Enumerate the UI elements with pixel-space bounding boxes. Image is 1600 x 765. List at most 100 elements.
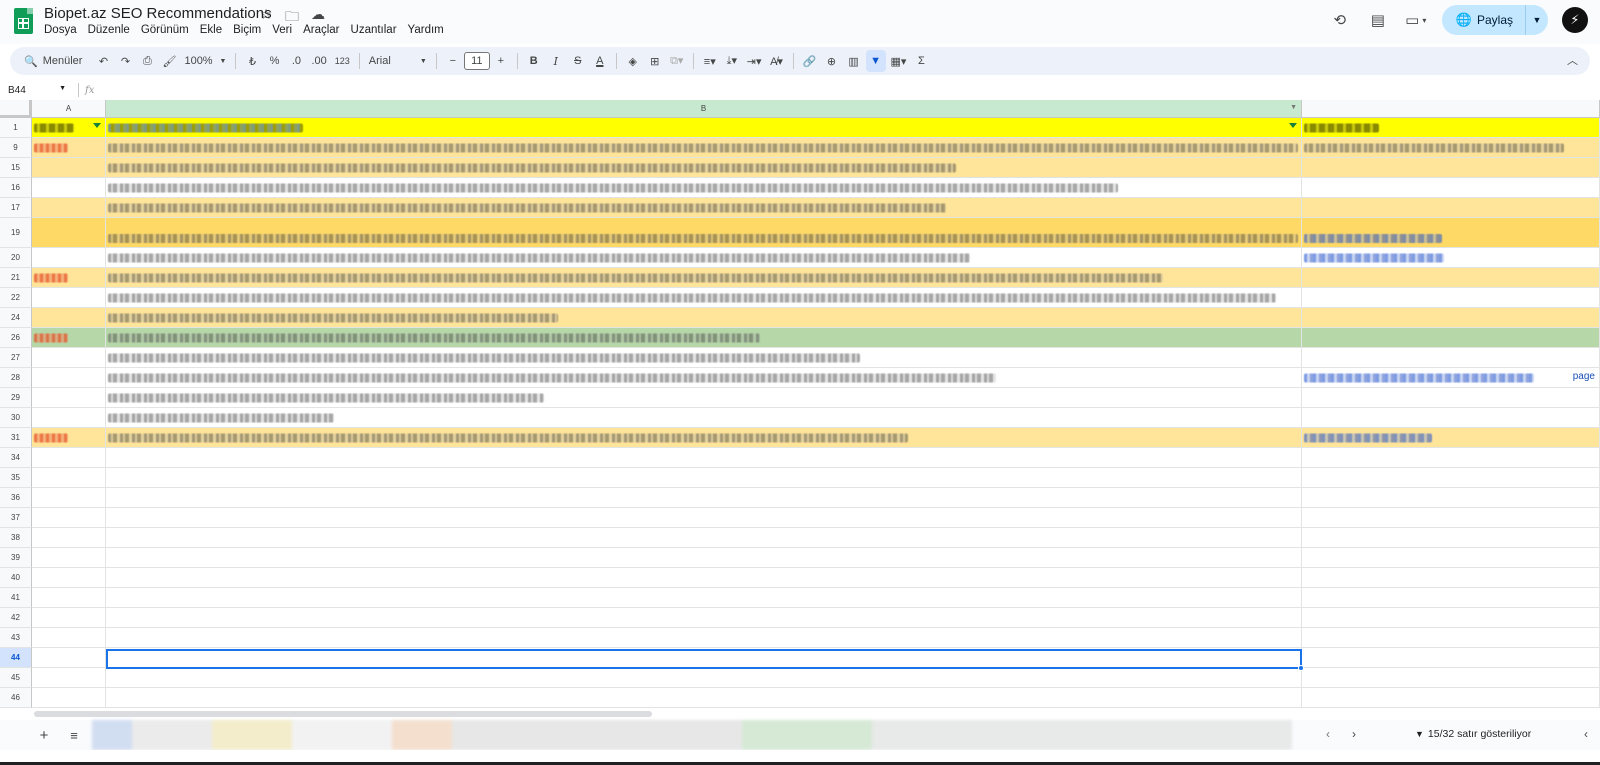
row-number[interactable]: 41: [0, 588, 32, 608]
cell-column-a[interactable]: [32, 608, 106, 628]
merge-cells-icon[interactable]: ⧉▾: [667, 50, 687, 72]
row-number[interactable]: 46: [0, 688, 32, 708]
cell-column-c[interactable]: [1302, 488, 1600, 508]
cell-column-a[interactable]: [32, 668, 106, 688]
bold-button[interactable]: B: [524, 50, 544, 72]
row-number[interactable]: 26: [0, 328, 32, 348]
cell-column-c[interactable]: [1302, 118, 1600, 138]
font-size-input[interactable]: 11: [463, 52, 490, 70]
row-number[interactable]: 44: [0, 648, 32, 668]
cell-column-c[interactable]: [1302, 568, 1600, 588]
font-size-increase-icon[interactable]: +: [491, 50, 511, 72]
cell-column-c[interactable]: [1302, 328, 1600, 348]
name-box[interactable]: B44 ▼: [0, 85, 72, 96]
spreadsheet-grid[interactable]: A B ▼ 1 9 15 16 17 19 20 21 22 24 26 27 28 page 29 30 31 3…: [0, 100, 1600, 720]
menu-extensions[interactable]: Uzantılar: [351, 24, 397, 36]
redo-icon[interactable]: ↷: [115, 50, 135, 72]
text-wrap-icon[interactable]: ⇥▾: [744, 50, 765, 72]
fill-color-icon[interactable]: ◈: [623, 50, 643, 72]
cell-column-c[interactable]: [1302, 548, 1600, 568]
cell-column-a[interactable]: [32, 178, 106, 198]
cell-column-b[interactable]: [106, 348, 1302, 368]
cell-column-b[interactable]: [106, 368, 1302, 388]
strikethrough-button[interactable]: S: [568, 50, 588, 72]
collapse-side-panel-icon[interactable]: ‹: [1584, 727, 1588, 741]
menu-format[interactable]: Biçim: [233, 24, 261, 36]
cell-column-c[interactable]: [1302, 668, 1600, 688]
zoom-select[interactable]: 100% ▼: [181, 50, 229, 72]
cell-column-c[interactable]: [1302, 528, 1600, 548]
menu-help[interactable]: Yardım: [408, 24, 444, 36]
cell-column-b[interactable]: [106, 688, 1302, 708]
cell-column-b[interactable]: [106, 428, 1302, 448]
cell-column-c[interactable]: [1302, 588, 1600, 608]
cell-column-c[interactable]: [1302, 158, 1600, 178]
row-number[interactable]: 39: [0, 548, 32, 568]
borders-icon[interactable]: ⊞: [645, 50, 665, 72]
text-rotation-icon[interactable]: A̸▾: [767, 50, 787, 72]
row-number[interactable]: 43: [0, 628, 32, 648]
cell-column-b[interactable]: [106, 608, 1302, 628]
cell-column-b[interactable]: [106, 668, 1302, 688]
cell-column-b[interactable]: [106, 468, 1302, 488]
cell-column-a[interactable]: [32, 628, 106, 648]
row-number[interactable]: 20: [0, 248, 32, 268]
row-number[interactable]: 30: [0, 408, 32, 428]
menu-file[interactable]: Dosya: [44, 24, 77, 36]
cell-column-c[interactable]: [1302, 648, 1600, 668]
cell-column-b[interactable]: [106, 158, 1302, 178]
row-number[interactable]: 16: [0, 178, 32, 198]
cell-column-b[interactable]: [106, 328, 1302, 348]
insert-link-icon[interactable]: 🔗: [800, 50, 820, 72]
sheet-tabs-blurred[interactable]: [92, 720, 1292, 750]
row-number[interactable]: 1: [0, 118, 32, 138]
cell-column-b[interactable]: [106, 178, 1302, 198]
percent-format-button[interactable]: %: [264, 50, 284, 72]
column-filter-icon[interactable]: [1289, 123, 1297, 131]
cell-column-c[interactable]: page: [1302, 368, 1600, 388]
row-number[interactable]: 22: [0, 288, 32, 308]
cell-column-a[interactable]: [32, 588, 106, 608]
functions-button[interactable]: Σ: [911, 50, 931, 72]
menu-search[interactable]: 🔍 Menüler: [18, 50, 88, 72]
cell-column-b[interactable]: [106, 528, 1302, 548]
cell-column-a[interactable]: [32, 468, 106, 488]
cell-column-b[interactable]: [106, 388, 1302, 408]
row-number[interactable]: 37: [0, 508, 32, 528]
cell-column-a[interactable]: [32, 348, 106, 368]
menu-edit[interactable]: Düzenle: [88, 24, 130, 36]
italic-button[interactable]: I: [546, 50, 566, 72]
cell-column-b[interactable]: [106, 218, 1302, 248]
row-number[interactable]: 34: [0, 448, 32, 468]
cell-column-a[interactable]: [32, 368, 106, 388]
menu-tools[interactable]: Araçlar: [303, 24, 339, 36]
row-number[interactable]: 36: [0, 488, 32, 508]
cell-column-a[interactable]: [32, 448, 106, 468]
row-number[interactable]: 42: [0, 608, 32, 628]
cell-column-b[interactable]: [106, 248, 1302, 268]
row-number[interactable]: 35: [0, 468, 32, 488]
row-number[interactable]: 29: [0, 388, 32, 408]
share-dropdown-icon[interactable]: ▼: [1526, 15, 1548, 25]
decrease-decimal-button[interactable]: .0: [286, 50, 306, 72]
cell-column-a[interactable]: [32, 308, 106, 328]
collapse-toolbar-icon[interactable]: ︿: [1567, 52, 1578, 68]
cell-column-c[interactable]: [1302, 388, 1600, 408]
row-number[interactable]: 27: [0, 348, 32, 368]
cell-column-a[interactable]: [32, 388, 106, 408]
scroll-tabs-left-icon[interactable]: ‹: [1326, 727, 1330, 741]
cell-column-b[interactable]: [106, 408, 1302, 428]
name-box-dropdown-icon[interactable]: ▼: [59, 85, 66, 96]
font-select[interactable]: Arial ▼: [366, 50, 430, 72]
cell-column-b[interactable]: [106, 588, 1302, 608]
horizontal-align-icon[interactable]: ≡▾: [700, 50, 720, 72]
sheets-logo-icon[interactable]: [14, 8, 33, 34]
cell-column-a[interactable]: [32, 198, 106, 218]
insert-chart-icon[interactable]: ▥: [844, 50, 864, 72]
cell-column-c[interactable]: [1302, 508, 1600, 528]
cell-column-c[interactable]: [1302, 218, 1600, 248]
cell-column-c[interactable]: [1302, 608, 1600, 628]
undo-icon[interactable]: ↶: [93, 50, 113, 72]
cell-column-c[interactable]: [1302, 628, 1600, 648]
add-sheet-icon[interactable]: +: [32, 727, 56, 744]
